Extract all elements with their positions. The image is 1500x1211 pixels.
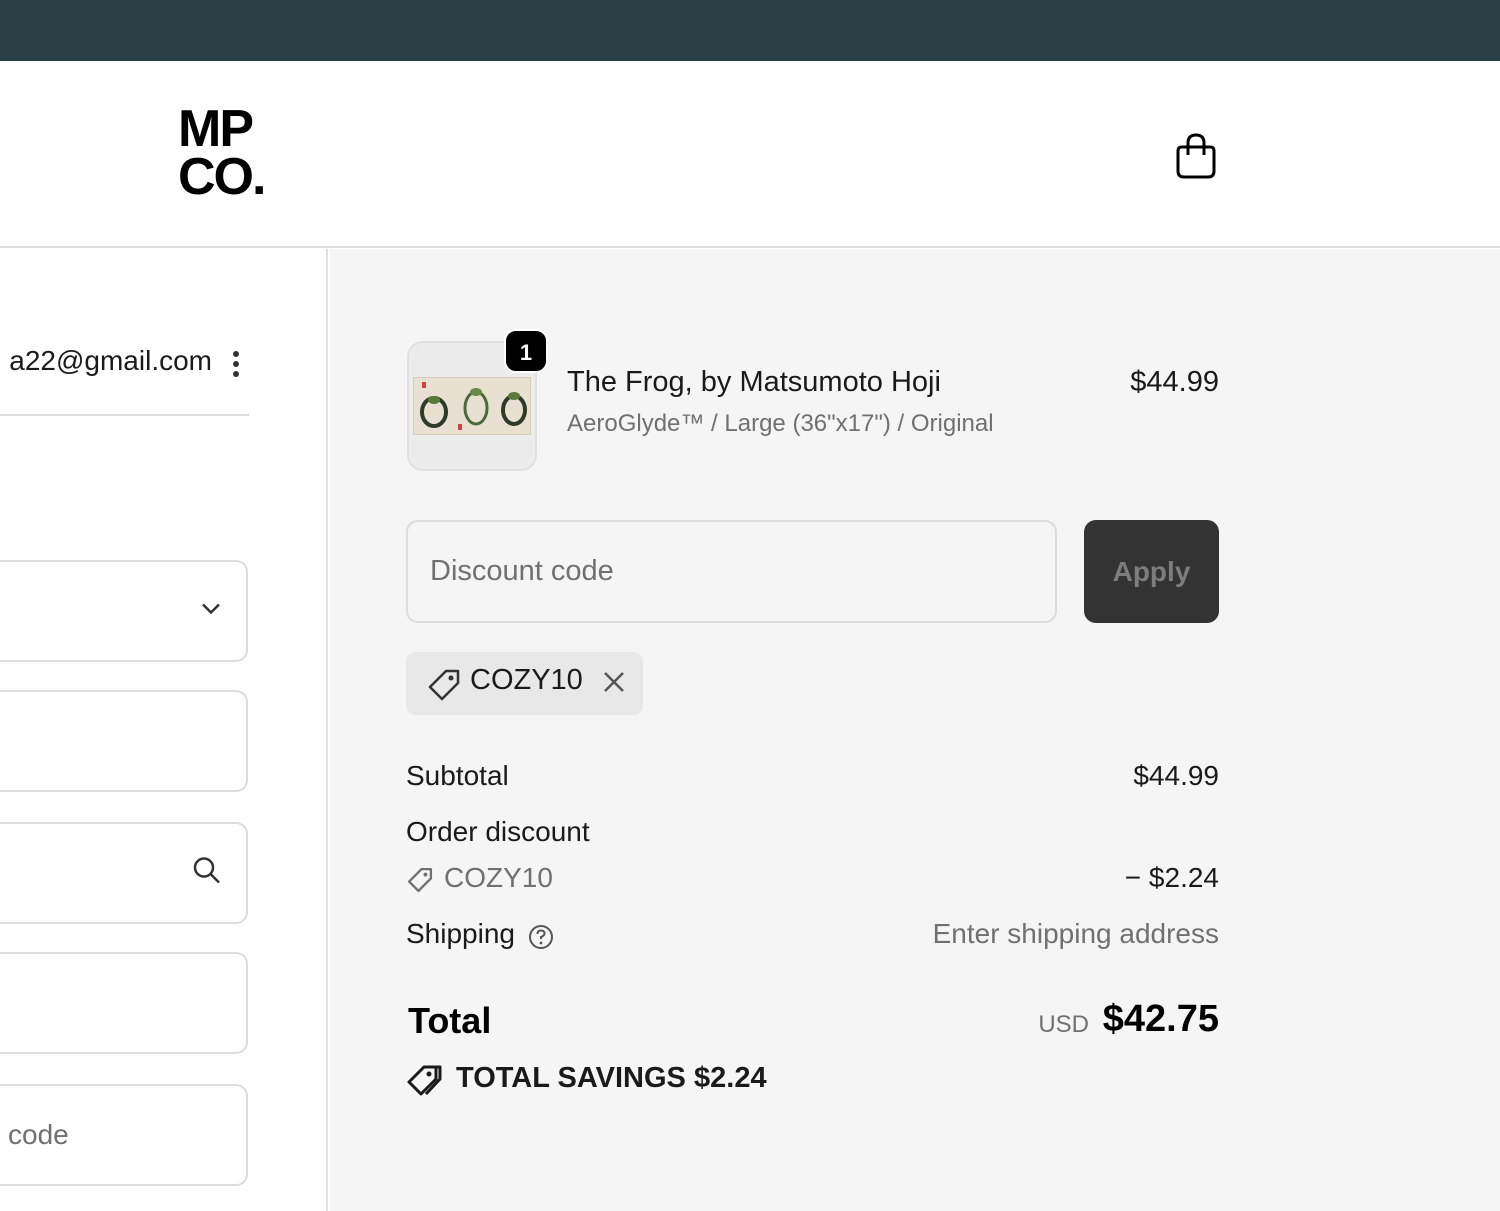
total-label: Total bbox=[408, 1000, 492, 1041]
postal-code-placeholder: code bbox=[8, 1119, 69, 1150]
logo-line-1: MP bbox=[178, 100, 254, 158]
shipping-label: Shipping bbox=[406, 918, 515, 949]
name-field[interactable] bbox=[0, 690, 248, 792]
currency-code: USD bbox=[1038, 1011, 1089, 1038]
apply-discount-button[interactable]: Apply bbox=[1084, 520, 1219, 623]
remove-discount-icon[interactable] bbox=[600, 668, 628, 701]
order-discount-label: Order discount bbox=[406, 816, 590, 847]
quantity-badge: 1 bbox=[504, 329, 548, 373]
discount-code-summary: COZY10 bbox=[444, 862, 553, 893]
chevron-down-icon bbox=[200, 602, 222, 621]
header: MP CO. bbox=[0, 61, 1500, 248]
account-email: a22@gmail.com bbox=[9, 345, 212, 376]
product-price: $44.99 bbox=[1130, 366, 1219, 398]
product-image bbox=[413, 377, 531, 435]
logo-line-2: CO. bbox=[178, 148, 266, 206]
discount-amount: − $2.24 bbox=[1124, 862, 1219, 893]
postal-code-field[interactable]: code bbox=[0, 1084, 248, 1186]
shipping-value: Enter shipping address bbox=[932, 918, 1219, 949]
subtotal-label: Subtotal bbox=[406, 760, 509, 791]
account-email-wrapper: a22@gmail.com bbox=[0, 345, 220, 385]
tag-icon bbox=[426, 667, 462, 708]
store-logo[interactable]: MP CO. bbox=[178, 100, 288, 206]
product-variant: AeroGlyde™ / Large (36"x17") / Original bbox=[567, 410, 994, 437]
savings-amount: $2.24 bbox=[694, 1062, 767, 1094]
applied-discount-chip: COZY10 bbox=[406, 652, 643, 715]
discount-code-input[interactable] bbox=[406, 520, 1057, 623]
subtotal-value: $44.99 bbox=[1133, 760, 1219, 791]
help-icon[interactable] bbox=[528, 924, 554, 955]
savings-tag-icon bbox=[406, 1064, 442, 1106]
savings-label: TOTAL SAVINGS bbox=[456, 1062, 686, 1094]
top-banner bbox=[0, 0, 1500, 61]
discount-tag-icon bbox=[406, 866, 434, 899]
address-field[interactable] bbox=[0, 822, 248, 924]
country-select[interactable] bbox=[0, 560, 248, 662]
more-options-icon[interactable] bbox=[226, 346, 246, 382]
shopping-bag-icon[interactable] bbox=[1172, 131, 1220, 181]
total-value: $42.75 bbox=[1102, 998, 1219, 1040]
search-icon bbox=[192, 856, 222, 891]
apartment-field[interactable] bbox=[0, 952, 248, 1054]
product-title: The Frog, by Matsumoto Hoji bbox=[567, 366, 941, 398]
email-divider bbox=[0, 414, 249, 416]
applied-discount-code: COZY10 bbox=[470, 664, 583, 696]
